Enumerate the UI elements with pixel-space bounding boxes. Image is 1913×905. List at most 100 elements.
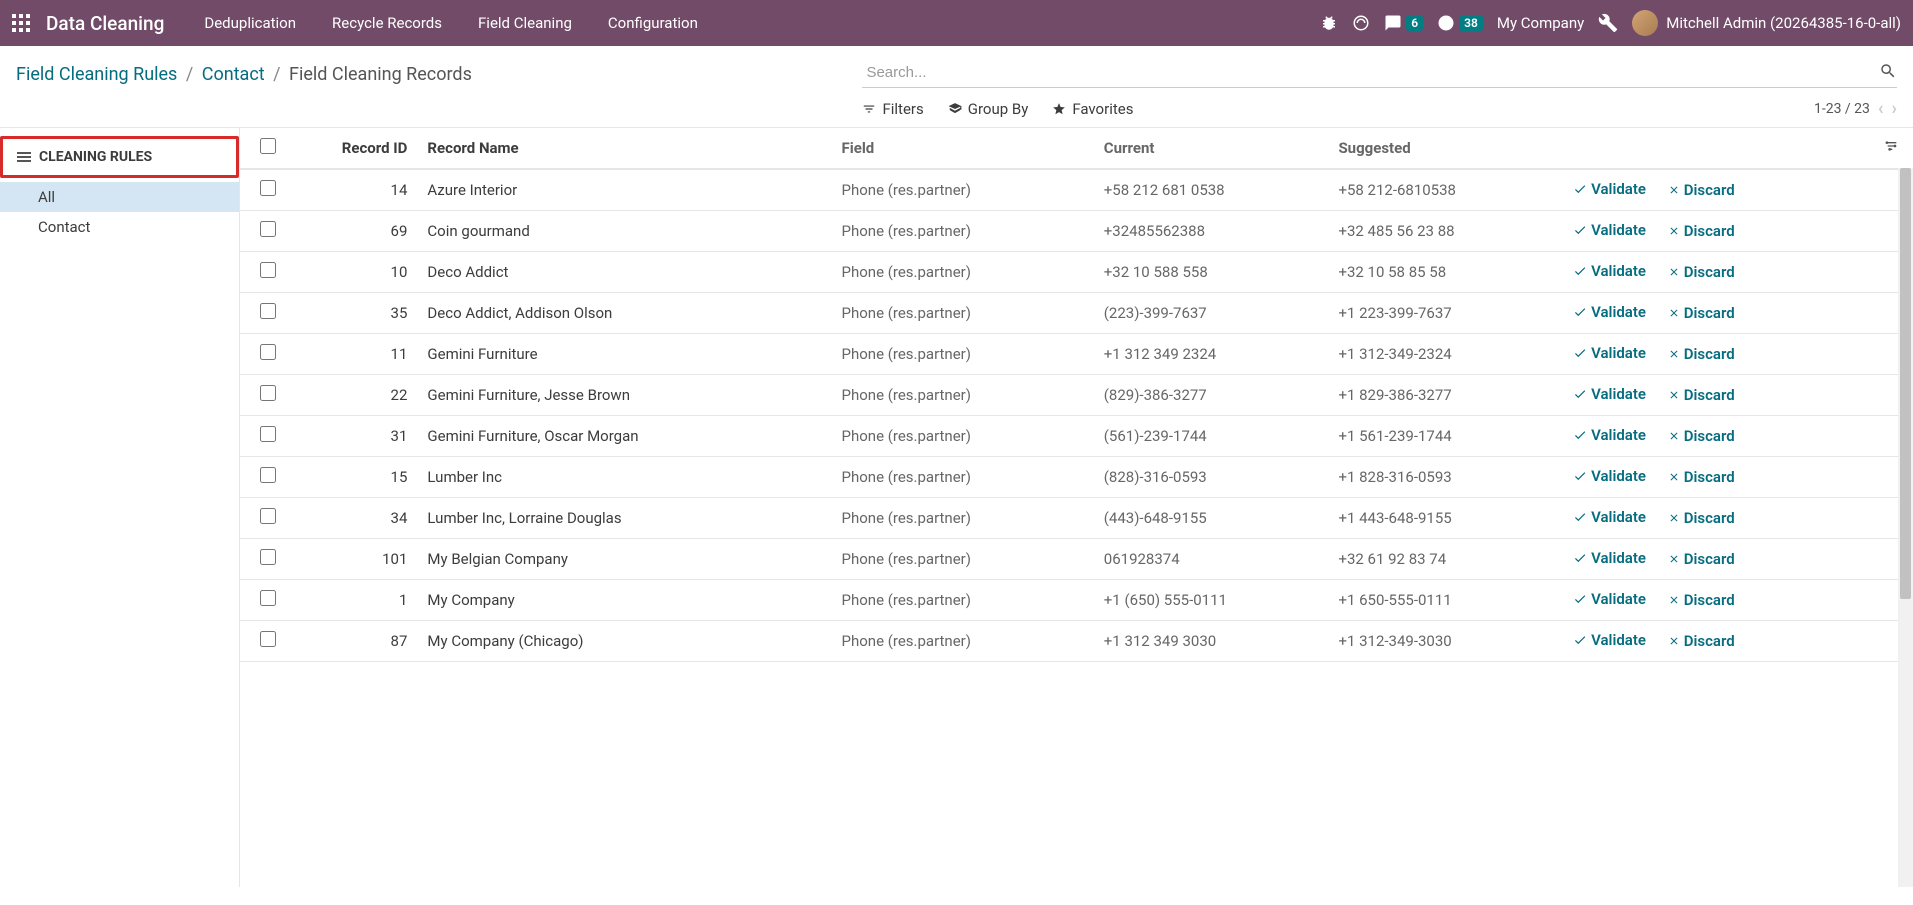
activities-icon[interactable]: 38 [1437,14,1483,32]
validate-button[interactable]: Validate [1573,303,1646,321]
row-checkbox[interactable] [260,590,276,606]
discard-button[interactable]: Discard [1668,181,1735,199]
table-row[interactable]: 35 Deco Addict, Addison Olson Phone (res… [240,293,1913,334]
validate-label: Validate [1591,426,1646,444]
user-menu[interactable]: Mitchell Admin (20264385-16-0-all) [1632,10,1901,36]
filters-button[interactable]: Filters [862,100,923,118]
table-row[interactable]: 31 Gemini Furniture, Oscar Morgan Phone … [240,416,1913,457]
table-row[interactable]: 15 Lumber Inc Phone (res.partner) (828)-… [240,457,1913,498]
row-checkbox[interactable] [260,262,276,278]
pager-text[interactable]: 1-23 / 23 [1814,101,1870,117]
discard-button[interactable]: Discard [1668,263,1735,281]
company-switcher[interactable]: My Company [1497,14,1584,32]
row-checkbox-cell [240,580,295,621]
vertical-scrollbar[interactable] [1898,168,1913,887]
header-record-name[interactable]: Record Name [419,128,833,169]
row-checkbox[interactable] [260,221,276,237]
pager-prev-icon[interactable]: ‹ [1878,98,1884,119]
discard-button[interactable]: Discard [1668,468,1735,486]
discard-button[interactable]: Discard [1668,632,1735,650]
header-suggested[interactable]: Suggested [1330,128,1565,169]
debug-icon[interactable] [1320,14,1338,32]
menu-configuration[interactable]: Configuration [594,8,712,38]
validate-button[interactable]: Validate [1573,467,1646,485]
table-row[interactable]: 1 My Company Phone (res.partner) +1 (650… [240,580,1913,621]
header-optional-fields[interactable] [1869,128,1913,169]
validate-button[interactable]: Validate [1573,631,1646,649]
header-current[interactable]: Current [1096,128,1331,169]
row-record-name: Coin gourmand [419,211,833,252]
discard-button[interactable]: Discard [1668,509,1735,527]
row-checkbox[interactable] [260,303,276,319]
row-checkbox[interactable] [260,467,276,483]
row-current: 061928374 [1096,539,1331,580]
menu-deduplication[interactable]: Deduplication [190,8,310,38]
row-checkbox-cell [240,252,295,293]
validate-button[interactable]: Validate [1573,344,1646,362]
header-record-id[interactable]: Record ID [295,128,419,169]
row-record-id: 35 [295,293,419,334]
breadcrumb-contact[interactable]: Contact [202,64,265,85]
table-row[interactable]: 87 My Company (Chicago) Phone (res.partn… [240,621,1913,662]
row-checkbox[interactable] [260,180,276,196]
discard-button[interactable]: Discard [1668,550,1735,568]
validate-label: Validate [1591,262,1646,280]
row-checkbox[interactable] [260,549,276,565]
discuss-icon[interactable]: 6 [1384,14,1423,32]
table-row[interactable]: 14 Azure Interior Phone (res.partner) +5… [240,169,1913,211]
validate-button[interactable]: Validate [1573,221,1646,239]
breadcrumb-rules[interactable]: Field Cleaning Rules [16,64,177,85]
validate-button[interactable]: Validate [1573,549,1646,567]
app-brand[interactable]: Data Cleaning [46,12,164,35]
table-row[interactable]: 10 Deco Addict Phone (res.partner) +32 1… [240,252,1913,293]
row-checkbox-cell [240,375,295,416]
support-icon[interactable] [1352,14,1370,32]
activities-badge: 38 [1459,15,1483,31]
row-record-id: 31 [295,416,419,457]
discard-button[interactable]: Discard [1668,304,1735,322]
table-row[interactable]: 101 My Belgian Company Phone (res.partne… [240,539,1913,580]
select-all-checkbox[interactable] [260,138,276,154]
validate-button[interactable]: Validate [1573,262,1646,280]
row-checkbox[interactable] [260,385,276,401]
row-checkbox[interactable] [260,344,276,360]
sidebar-item-all[interactable]: All [0,182,239,212]
groupby-label: Group By [968,100,1029,118]
discard-button[interactable]: Discard [1668,345,1735,363]
table-row[interactable]: 69 Coin gourmand Phone (res.partner) +32… [240,211,1913,252]
sidebar-header[interactable]: CLEANING RULES [0,136,239,178]
validate-button[interactable]: Validate [1573,590,1646,608]
validate-button[interactable]: Validate [1573,508,1646,526]
validate-button[interactable]: Validate [1573,180,1646,198]
table-row[interactable]: 34 Lumber Inc, Lorraine Douglas Phone (r… [240,498,1913,539]
validate-button[interactable]: Validate [1573,426,1646,444]
pager-next-icon[interactable]: › [1892,98,1897,119]
scrollbar-thumb[interactable] [1900,168,1911,599]
row-checkbox-cell [240,334,295,375]
discard-button[interactable]: Discard [1668,222,1735,240]
search-icon[interactable] [1879,62,1897,84]
discard-button[interactable]: Discard [1668,591,1735,609]
discard-button[interactable]: Discard [1668,427,1735,445]
groupby-button[interactable]: Group By [948,100,1029,118]
table-row[interactable]: 11 Gemini Furniture Phone (res.partner) … [240,334,1913,375]
apps-menu-icon[interactable] [12,14,30,32]
table-row[interactable]: 22 Gemini Furniture, Jesse Brown Phone (… [240,375,1913,416]
row-current: +32485562388 [1096,211,1331,252]
discard-button[interactable]: Discard [1668,386,1735,404]
menu-field-cleaning[interactable]: Field Cleaning [464,8,586,38]
favorites-button[interactable]: Favorites [1052,100,1133,118]
row-actions: Validate Discard [1565,416,1869,457]
row-checkbox[interactable] [260,631,276,647]
tools-icon[interactable] [1598,13,1618,33]
sidebar-item-contact[interactable]: Contact [0,212,239,242]
row-record-name: Gemini Furniture, Jesse Brown [419,375,833,416]
row-record-id: 11 [295,334,419,375]
row-checkbox[interactable] [260,508,276,524]
header-field[interactable]: Field [834,128,1096,169]
search-input[interactable] [862,60,1879,85]
breadcrumb: Field Cleaning Rules / Contact / Field C… [16,58,854,119]
validate-button[interactable]: Validate [1573,385,1646,403]
menu-recycle-records[interactable]: Recycle Records [318,8,456,38]
row-checkbox[interactable] [260,426,276,442]
